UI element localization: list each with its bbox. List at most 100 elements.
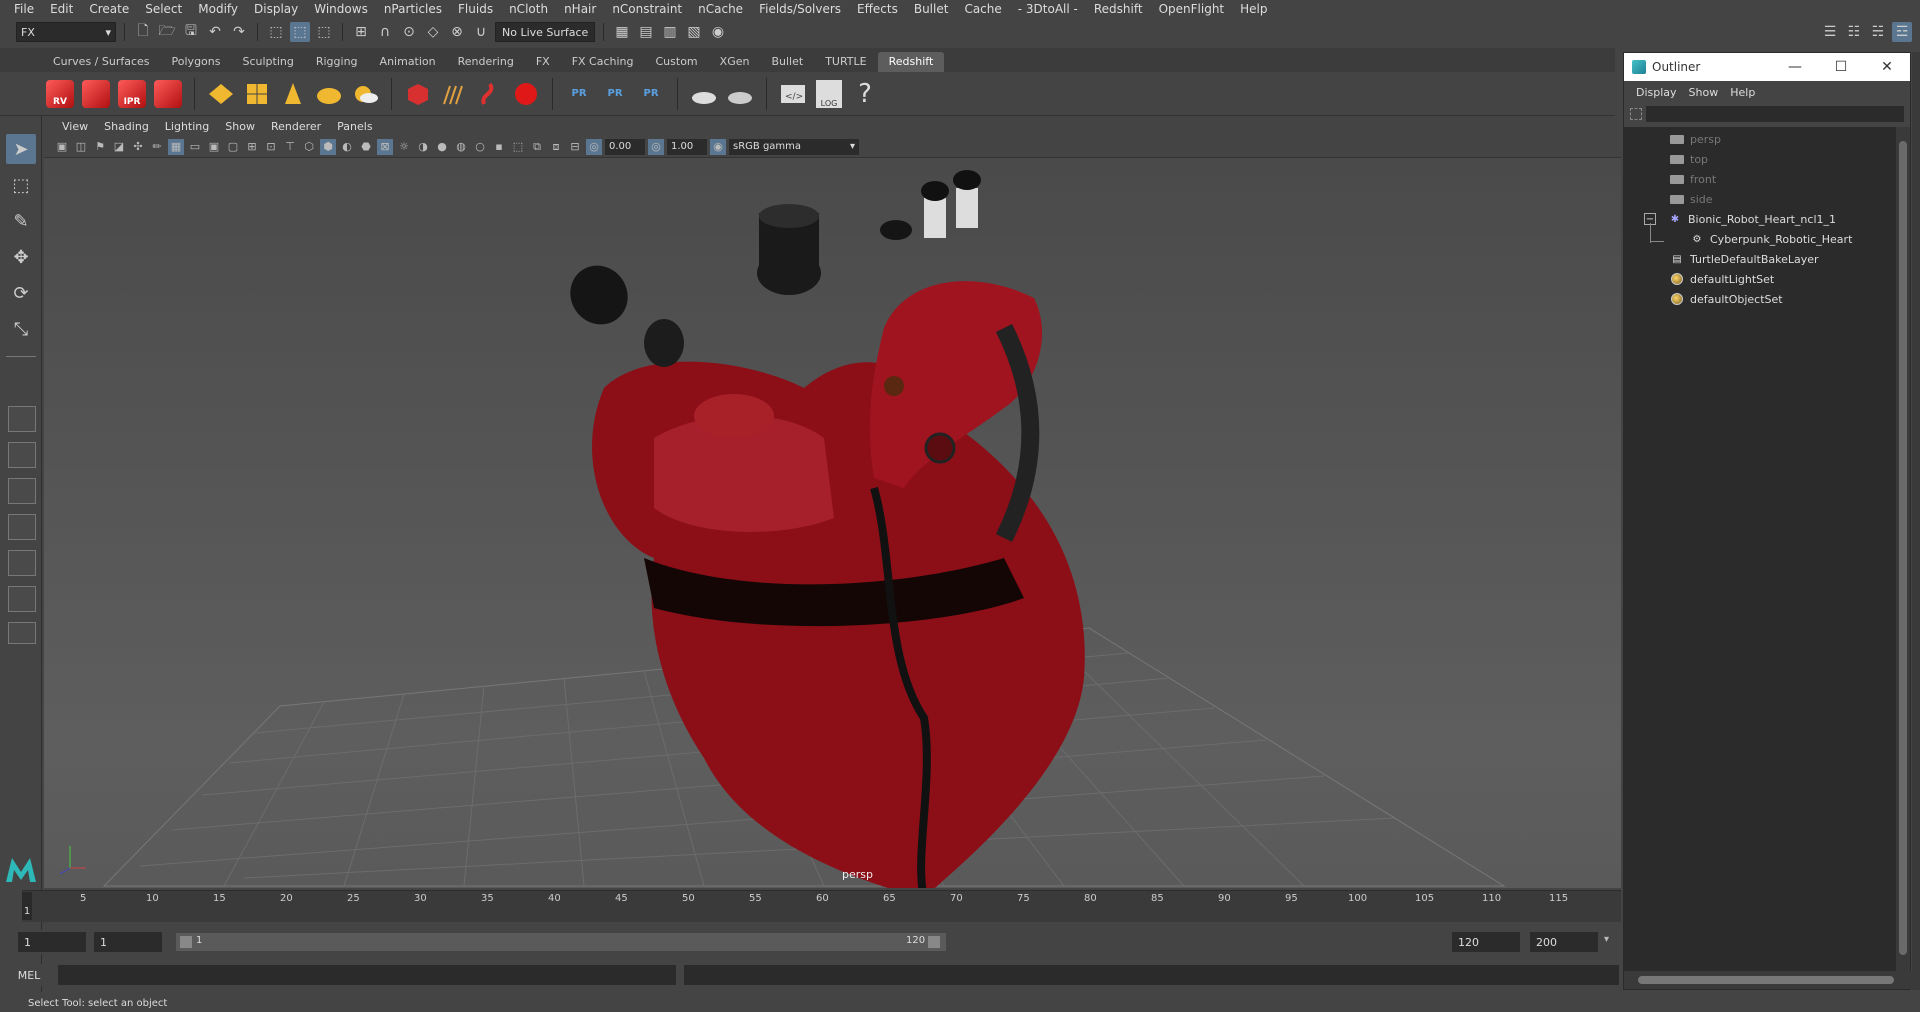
outliner-item-cyberpunk-robotic-heart[interactable]: ⚙ Cyberpunk_Robotic_Heart: [1690, 229, 1853, 249]
command-input[interactable]: [58, 965, 676, 985]
outliner-item-bionic-robot-heart[interactable]: − ✱ Bionic_Robot_Heart_ncl1_1: [1644, 209, 1836, 229]
redo-icon[interactable]: ↷: [229, 22, 249, 42]
redshift-render-view-button[interactable]: RV: [44, 77, 76, 111]
paint-select-tool-icon[interactable]: ✎: [6, 206, 36, 236]
undo-icon[interactable]: ↶: [205, 22, 225, 42]
tab-rigging[interactable]: Rigging: [305, 52, 369, 72]
xray-joints-icon[interactable]: ⧈: [548, 139, 564, 155]
playback-start-field[interactable]: 1: [94, 932, 162, 952]
bookmark-icon[interactable]: ⚑: [92, 139, 108, 155]
tab-animation[interactable]: Animation: [369, 52, 447, 72]
menu-cache[interactable]: Cache: [956, 2, 1009, 16]
time-slider[interactable]: 5 10 15 20 25 30 35 40 45 50 55 60 65 70…: [22, 890, 1621, 922]
screen-space-ao-icon[interactable]: ●: [434, 139, 450, 155]
outliner-menu-help[interactable]: Help: [1724, 86, 1761, 99]
range-slider[interactable]: 1 120: [176, 933, 946, 951]
snap-grid-icon[interactable]: ⊞: [351, 22, 371, 42]
current-frame-marker[interactable]: 1: [22, 892, 32, 920]
snap-curve-icon[interactable]: ∩: [375, 22, 395, 42]
exposure-field[interactable]: 0.00: [605, 138, 645, 155]
save-scene-icon[interactable]: 🖫: [181, 22, 201, 42]
graph-layout-button[interactable]: [8, 550, 36, 576]
outliner-menu-display[interactable]: Display: [1630, 86, 1683, 99]
outliner-item-default-object-set[interactable]: defaultObjectSet: [1670, 289, 1783, 309]
panel-menu-show[interactable]: Show: [217, 120, 263, 133]
grease-pencil-icon[interactable]: ✏: [149, 139, 165, 155]
menu-select[interactable]: Select: [137, 2, 190, 16]
modeling-toolkit-icon[interactable]: ☰: [1820, 22, 1840, 42]
minimize-icon[interactable]: —: [1772, 59, 1818, 75]
volume-button[interactable]: [474, 77, 506, 111]
scrollbar-thumb[interactable]: [1638, 976, 1894, 984]
outliner-search-input[interactable]: [1646, 106, 1904, 122]
maximize-icon[interactable]: ☐: [1818, 59, 1864, 75]
menu-redshift[interactable]: Redshift: [1086, 2, 1151, 16]
hypershade-icon[interactable]: ◉: [708, 22, 728, 42]
panel-menu-shading[interactable]: Shading: [96, 120, 157, 133]
outliner-item-top[interactable]: top: [1670, 149, 1708, 169]
menu-fluids[interactable]: Fluids: [450, 2, 501, 16]
open-scene-icon[interactable]: 🗁: [157, 22, 177, 42]
menu-bullet[interactable]: Bullet: [906, 2, 957, 16]
film-gate-icon[interactable]: ▭: [187, 139, 203, 155]
menu-nconstraint[interactable]: nConstraint: [604, 2, 690, 16]
shadows-icon[interactable]: ◑: [415, 139, 431, 155]
outliner-item-front[interactable]: front: [1670, 169, 1716, 189]
script-button[interactable]: </>: [777, 77, 809, 111]
safe-action-icon[interactable]: ⊡: [263, 139, 279, 155]
pr-import-button[interactable]: PR: [599, 77, 631, 111]
outliner-menu-show[interactable]: Show: [1683, 86, 1725, 99]
tab-redshift[interactable]: Redshift: [877, 52, 945, 72]
render-view-icon[interactable]: ▧: [684, 22, 704, 42]
menu-modify[interactable]: Modify: [190, 2, 246, 16]
scale-tool-icon[interactable]: ⤡: [6, 314, 36, 344]
select-object-icon[interactable]: ⬚: [290, 22, 310, 42]
gamma-toggle-icon[interactable]: ◎: [648, 138, 664, 155]
redshift-ipr-button[interactable]: IPR: [116, 77, 148, 111]
two-pane-layout-button[interactable]: [8, 478, 36, 504]
outliner-item-persp[interactable]: persp: [1670, 129, 1721, 149]
menu-display[interactable]: Display: [246, 2, 306, 16]
range-end-handle[interactable]: [928, 936, 940, 948]
outliner-horizontal-scrollbar[interactable]: [1624, 971, 1912, 989]
camera-select-icon[interactable]: ▣: [54, 139, 70, 155]
wireframe-on-shaded-icon[interactable]: ⬣: [358, 139, 374, 155]
multisample-aa-icon[interactable]: ○: [472, 139, 488, 155]
viewport-3d[interactable]: [44, 158, 1621, 888]
range-start-field[interactable]: 1: [18, 932, 86, 952]
two-d-pan-icon[interactable]: ✣: [130, 139, 146, 155]
textured-icon[interactable]: ⊠: [377, 138, 393, 155]
scrollbar-thumb[interactable]: [1899, 141, 1907, 955]
dome-light-button[interactable]: [313, 77, 345, 111]
collapse-layout-button[interactable]: [8, 622, 36, 644]
sphere-button[interactable]: [510, 77, 542, 111]
view-transform-dropdown[interactable]: sRGB gamma ▾: [729, 138, 859, 155]
help-button[interactable]: ?: [849, 77, 881, 111]
menu-help[interactable]: Help: [1232, 2, 1275, 16]
field-chart-icon[interactable]: ⊞: [244, 139, 260, 155]
filter-icon[interactable]: [1630, 108, 1642, 120]
default-material-icon[interactable]: ◐: [339, 139, 355, 155]
shader-ball-button[interactable]: [688, 77, 720, 111]
resolution-gate-icon[interactable]: ▣: [206, 139, 222, 155]
exposure-toggle-icon[interactable]: ◎: [586, 138, 602, 155]
menu-nparticles[interactable]: nParticles: [376, 2, 450, 16]
area-light-button[interactable]: [205, 77, 237, 111]
ies-light-button[interactable]: [277, 77, 309, 111]
outliner-item-default-light-set[interactable]: defaultLightSet: [1670, 269, 1774, 289]
redshift-batch-render-button[interactable]: [80, 77, 112, 111]
menu-openflight[interactable]: OpenFlight: [1151, 2, 1233, 16]
panel-menu-view[interactable]: View: [54, 120, 96, 133]
camera-attributes-icon[interactable]: ◫: [73, 139, 89, 155]
select-hierarchy-icon[interactable]: ⬚: [266, 22, 286, 42]
menu-create[interactable]: Create: [81, 2, 137, 16]
tab-fx[interactable]: FX: [525, 52, 561, 72]
chevron-down-icon[interactable]: ▾: [1604, 934, 1609, 945]
tab-bullet[interactable]: Bullet: [760, 52, 814, 72]
tab-fx-caching[interactable]: FX Caching: [561, 52, 645, 72]
rotate-tool-icon[interactable]: ⟳: [6, 278, 36, 308]
tab-rendering[interactable]: Rendering: [447, 52, 525, 72]
move-tool-icon[interactable]: ✥: [6, 242, 36, 272]
tab-turtle[interactable]: TURTLE: [814, 52, 877, 72]
panel-menu-lighting[interactable]: Lighting: [157, 120, 217, 133]
